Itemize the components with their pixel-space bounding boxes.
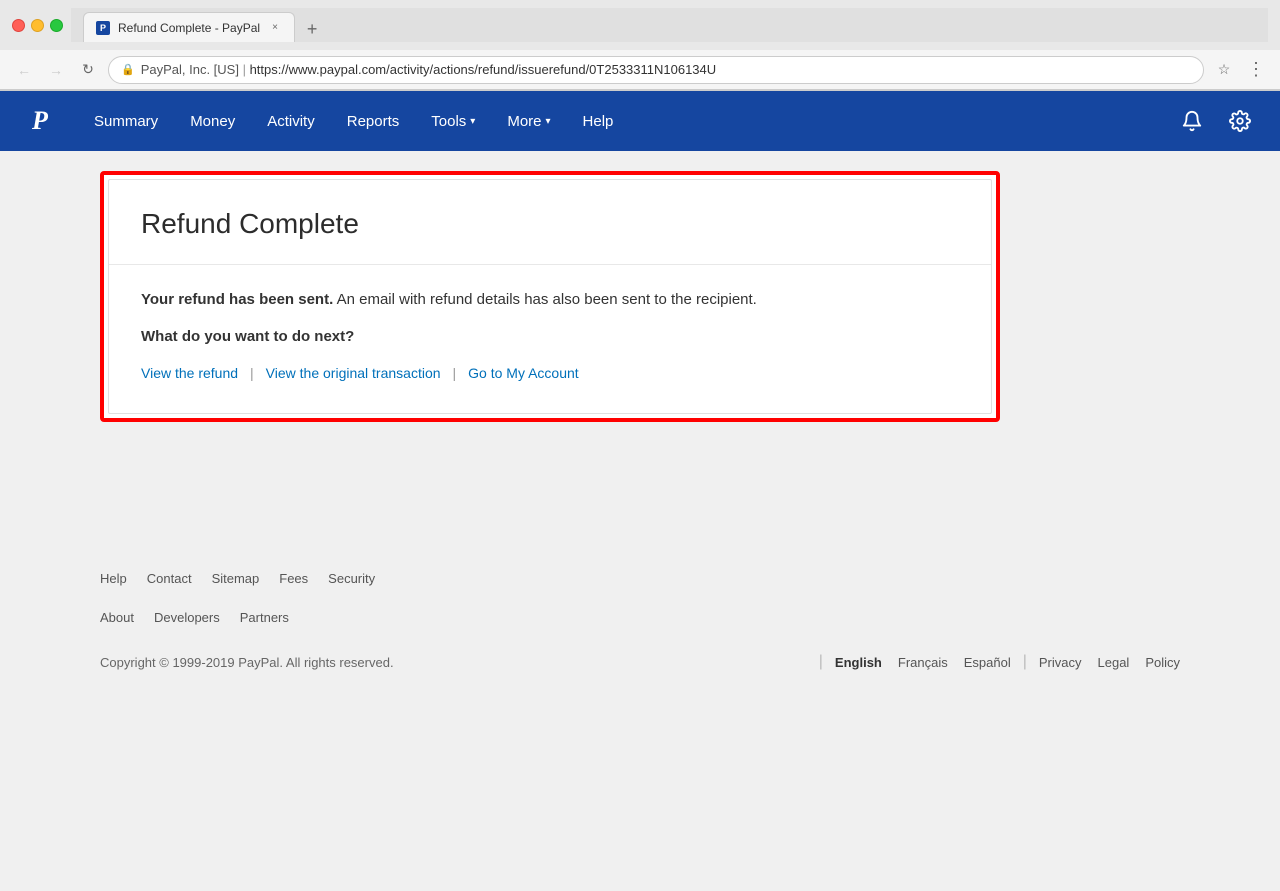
paypal-app: P Summary Money Activity Reports Tools ▾…: [0, 91, 1280, 891]
view-refund-link[interactable]: View the refund: [141, 365, 238, 381]
browser-chrome: P Refund Complete - PayPal × + ← → ↻ 🔒 P…: [0, 0, 1280, 91]
browser-titlebar: P Refund Complete - PayPal × +: [0, 0, 1280, 50]
footer-links-row-2: About Developers Partners: [100, 610, 1180, 625]
footer: Help Contact Sitemap Fees Security About…: [0, 551, 1280, 691]
footer-right-section: | English Français Español | Privacy Leg…: [807, 653, 1180, 671]
url-bar[interactable]: 🔒 PayPal, Inc. [US] | https://www.paypal…: [108, 56, 1204, 84]
footer-language-links: English Français Español: [835, 655, 1011, 670]
refund-question: What do you want to do next?: [141, 328, 959, 345]
refund-body: Your refund has been sent. An email with…: [109, 265, 991, 413]
footer-bottom-row: Copyright © 1999-2019 PayPal. All rights…: [100, 653, 1180, 671]
active-tab[interactable]: P Refund Complete - PayPal ×: [83, 12, 295, 42]
tab-bar: P Refund Complete - PayPal × +: [71, 8, 1268, 42]
view-original-transaction-link[interactable]: View the original transaction: [266, 365, 441, 381]
browser-menu-button[interactable]: ⋮: [1244, 58, 1268, 82]
go-to-my-account-link[interactable]: Go to My Account: [468, 365, 579, 381]
footer-fees-link[interactable]: Fees: [279, 571, 308, 586]
footer-policy-link[interactable]: Policy: [1145, 655, 1180, 670]
nav-activity[interactable]: Activity: [253, 105, 329, 138]
header-actions: [1176, 105, 1256, 137]
refund-message: Your refund has been sent. An email with…: [141, 289, 959, 312]
address-bar: ← → ↻ 🔒 PayPal, Inc. [US] | https://www.…: [0, 50, 1280, 90]
footer-developers-link[interactable]: Developers: [154, 610, 220, 625]
traffic-lights: [12, 19, 63, 32]
footer-sitemap-link[interactable]: Sitemap: [212, 571, 260, 586]
footer-contact-link[interactable]: Contact: [147, 571, 192, 586]
minimize-window-button[interactable]: [31, 19, 44, 32]
footer-copyright: Copyright © 1999-2019 PayPal. All rights…: [100, 655, 394, 670]
nav-tools[interactable]: Tools ▾: [417, 105, 489, 138]
paypal-header: P Summary Money Activity Reports Tools ▾…: [0, 91, 1280, 151]
maximize-window-button[interactable]: [50, 19, 63, 32]
footer-privacy-link[interactable]: Privacy: [1039, 655, 1082, 670]
nav-summary[interactable]: Summary: [80, 105, 172, 138]
new-tab-button[interactable]: +: [299, 16, 325, 42]
refund-links: View the refund | View the original tran…: [141, 365, 959, 381]
forward-button[interactable]: →: [44, 58, 68, 82]
back-button[interactable]: ←: [12, 58, 36, 82]
refund-card: Refund Complete Your refund has been sen…: [108, 179, 992, 414]
url-separator: |: [239, 62, 250, 77]
notifications-button[interactable]: [1176, 105, 1208, 137]
refund-title: Refund Complete: [141, 208, 959, 240]
more-chevron-icon: ▾: [546, 116, 551, 127]
footer-security-link[interactable]: Security: [328, 571, 375, 586]
link-separator-2: |: [453, 365, 457, 381]
refund-title-section: Refund Complete: [109, 180, 991, 265]
footer-lang-english[interactable]: English: [835, 655, 882, 670]
footer-help-link[interactable]: Help: [100, 571, 127, 586]
footer-lang-espanol[interactable]: Español: [964, 655, 1011, 670]
main-content: Refund Complete Your refund has been sen…: [0, 151, 1280, 551]
tab-title: Refund Complete - PayPal: [118, 21, 260, 35]
tools-chevron-icon: ▾: [470, 116, 475, 127]
main-nav: Summary Money Activity Reports Tools ▾ M…: [80, 105, 1176, 138]
close-window-button[interactable]: [12, 19, 25, 32]
paypal-logo[interactable]: P: [24, 105, 56, 137]
footer-left: Help Contact Sitemap Fees Security About…: [100, 571, 1180, 637]
refresh-button[interactable]: ↻: [76, 58, 100, 82]
empty-area: [0, 691, 1280, 891]
bookmark-button[interactable]: ☆: [1212, 58, 1236, 82]
tab-favicon: P: [96, 21, 110, 35]
refund-card-wrapper: Refund Complete Your refund has been sen…: [100, 171, 1000, 422]
footer-lang-francais[interactable]: Français: [898, 655, 948, 670]
tab-close-button[interactable]: ×: [268, 21, 282, 35]
url-full: https://www.paypal.com/activity/actions/…: [250, 62, 717, 77]
footer-policy-links: Privacy Legal Policy: [1039, 655, 1180, 670]
refund-message-bold: Your refund has been sent.: [141, 291, 333, 308]
link-separator-1: |: [250, 365, 254, 381]
nav-money[interactable]: Money: [176, 105, 249, 138]
footer-partners-link[interactable]: Partners: [240, 610, 289, 625]
url-text: PayPal, Inc. [US] | https://www.paypal.c…: [141, 62, 1191, 77]
nav-more[interactable]: More ▾: [493, 105, 564, 138]
settings-button[interactable]: [1224, 105, 1256, 137]
footer-legal-link[interactable]: Legal: [1098, 655, 1130, 670]
footer-links-row-1: Help Contact Sitemap Fees Security: [100, 571, 1180, 586]
footer-about-link[interactable]: About: [100, 610, 134, 625]
nav-help[interactable]: Help: [569, 105, 628, 138]
nav-reports[interactable]: Reports: [333, 105, 414, 138]
url-domain: PayPal, Inc. [US]: [141, 62, 239, 77]
refund-message-rest: An email with refund details has also be…: [333, 291, 757, 308]
security-lock-icon: 🔒: [121, 63, 135, 76]
paypal-logo-icon: P: [32, 106, 48, 136]
